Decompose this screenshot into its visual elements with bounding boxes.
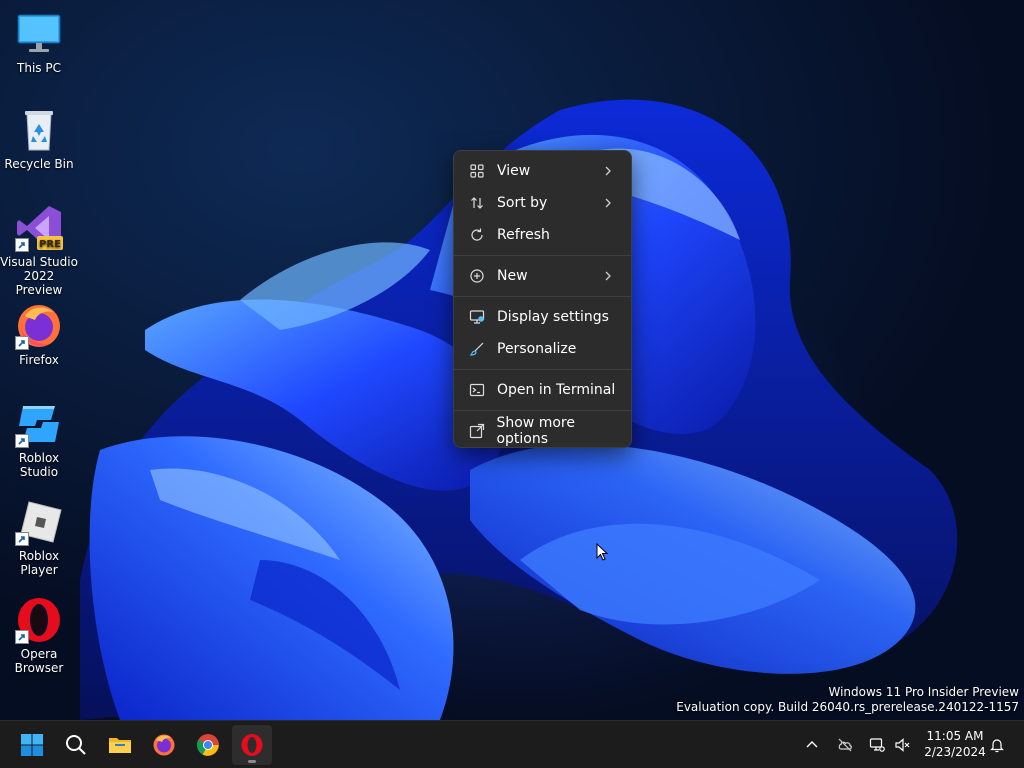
- start-button[interactable]: [12, 725, 52, 765]
- clock-time: 11:05 AM: [926, 729, 984, 743]
- taskbar-clock[interactable]: 11:05 AM 2/23/2024: [918, 728, 992, 760]
- menu-item-label: Open in Terminal: [497, 382, 616, 398]
- volume-muted-icon: [895, 738, 910, 752]
- show-more-icon: [468, 422, 485, 440]
- menu-item-label: View: [497, 163, 531, 179]
- chevron-up-icon: [806, 741, 818, 748]
- menu-item-show-more-options[interactable]: Show more options: [458, 415, 627, 447]
- onedrive-offline-icon: [838, 738, 852, 752]
- menu-item-label: Show more options: [496, 415, 575, 447]
- taskbar-file-explorer[interactable]: [100, 725, 140, 765]
- desktop-icon-label: Recycle Bin: [4, 157, 74, 171]
- monitor-icon: [17, 14, 61, 52]
- menu-separator: [454, 410, 631, 411]
- shortcut-arrow-icon: [15, 630, 29, 644]
- desktop-icon-roblox-player[interactable]: Roblox Player: [0, 498, 78, 577]
- firefox-icon: [153, 734, 175, 756]
- desktop-icon-this-pc[interactable]: This PC: [0, 10, 78, 75]
- sort-icon: [468, 194, 486, 212]
- desktop-icon-recycle-bin[interactable]: Recycle Bin: [0, 106, 78, 171]
- desktop-icon-label: Roblox Player: [18, 549, 60, 577]
- menu-item-label: Display settings: [497, 309, 609, 325]
- watermark-line-1: Windows 11 Pro Insider Preview: [828, 685, 1019, 699]
- show-hidden-icons-button[interactable]: [800, 733, 824, 757]
- chrome-icon: [197, 734, 219, 756]
- menu-item-sort-by[interactable]: Sort by: [458, 187, 627, 219]
- menu-item-label: New: [497, 268, 528, 284]
- start-icon: [21, 734, 43, 756]
- desktop-icon-label: Roblox Studio: [18, 451, 60, 479]
- menu-item-new[interactable]: New: [458, 260, 627, 292]
- onedrive-tray[interactable]: [833, 733, 857, 757]
- shortcut-arrow-icon: [15, 532, 29, 546]
- menu-item-personalize[interactable]: Personalize: [458, 333, 627, 365]
- watermark-line-2: Evaluation copy. Build 26040.rs_prerelea…: [676, 700, 1019, 714]
- menu-separator: [454, 255, 631, 256]
- shortcut-arrow-icon: [15, 336, 29, 350]
- shortcut-arrow-icon: [15, 238, 29, 252]
- menu-separator: [454, 369, 631, 370]
- taskbar: [0, 720, 1024, 768]
- taskbar-chrome[interactable]: [188, 725, 228, 765]
- taskbar-opera[interactable]: [232, 725, 272, 765]
- network-icon: [869, 738, 885, 752]
- search-icon: [66, 735, 86, 755]
- grid-icon: [468, 162, 486, 180]
- opera-icon: [241, 734, 263, 756]
- menu-item-view[interactable]: View: [458, 155, 627, 187]
- desktop-icon-roblox-studio[interactable]: Roblox Studio: [0, 400, 78, 479]
- shortcut-arrow-icon: [15, 434, 29, 448]
- chevron-right-icon: [605, 198, 611, 208]
- brush-icon: [468, 340, 486, 358]
- mouse-cursor-icon: [596, 543, 608, 561]
- menu-item-label: Refresh: [497, 227, 550, 243]
- menu-item-open-in-terminal[interactable]: Open in Terminal: [458, 374, 627, 406]
- refresh-icon: [468, 226, 486, 244]
- desktop-icon-firefox[interactable]: Firefox: [0, 302, 78, 367]
- volume-tray[interactable]: [890, 733, 914, 757]
- chevron-right-icon: [605, 271, 611, 281]
- desktop-context-menu: View Sort by Refresh New Display setting…: [453, 150, 632, 448]
- running-indicator: [248, 760, 256, 763]
- desktop-icon-label: Visual Studio 2022 Preview: [0, 255, 78, 297]
- vs-badge: PRE: [39, 239, 61, 250]
- taskbar-firefox[interactable]: [144, 725, 184, 765]
- desktop-icon-label: Opera Browser: [14, 647, 64, 675]
- chevron-right-icon: [605, 166, 611, 176]
- file-explorer-icon: [109, 738, 131, 753]
- recycle-bin-icon: [25, 111, 53, 151]
- plus-circle-icon: [468, 267, 486, 285]
- menu-item-label: Personalize: [497, 341, 577, 357]
- network-tray[interactable]: [865, 733, 889, 757]
- menu-item-display-settings[interactable]: Display settings: [458, 301, 627, 333]
- desktop-icon-opera[interactable]: Opera Browser: [0, 596, 78, 675]
- menu-separator: [454, 296, 631, 297]
- menu-item-refresh[interactable]: Refresh: [458, 219, 627, 251]
- search-button[interactable]: [56, 725, 96, 765]
- terminal-icon: [468, 381, 486, 399]
- desktop-icon-label: Firefox: [19, 353, 59, 367]
- desktop-icon-visual-studio[interactable]: PRE Visual Studio 2022 Preview: [0, 204, 78, 297]
- display-settings-icon: [468, 308, 486, 326]
- menu-item-label: Sort by: [497, 195, 548, 211]
- windows-watermark: Windows 11 Pro Insider Preview Evaluatio…: [676, 685, 1019, 715]
- desktop[interactable]: This PC Recycle Bin PRE Visual Studio 20…: [0, 0, 1024, 720]
- desktop-icon-label: This PC: [17, 61, 61, 75]
- clock-date: 2/23/2024: [924, 745, 986, 759]
